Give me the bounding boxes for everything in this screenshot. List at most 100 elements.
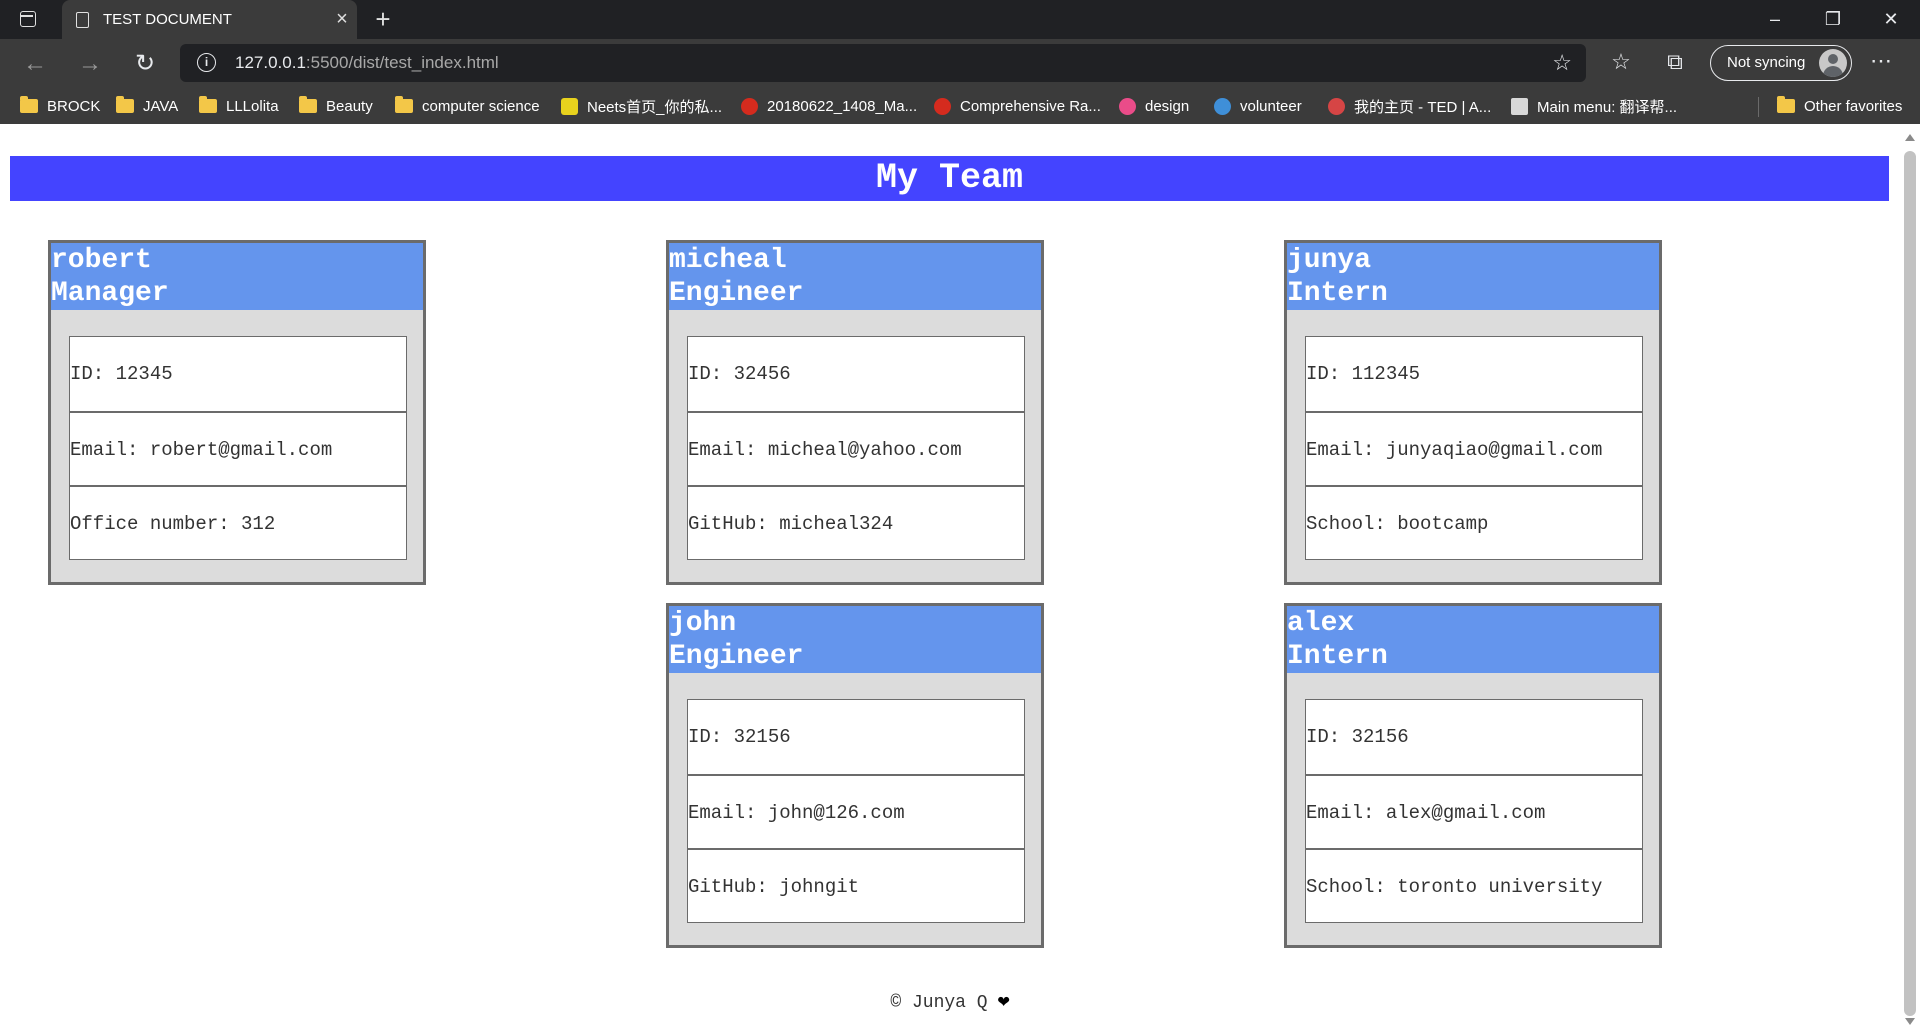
vertical-scrollbar[interactable] xyxy=(1900,124,1920,1030)
member-office-number: Office number: 312 xyxy=(70,485,406,559)
bookmark-site[interactable]: 我的主页 - TED | A... xyxy=(1328,89,1491,123)
address-bar[interactable]: i 127.0.0.1:5500/dist/test_index.html ☆ xyxy=(180,44,1586,82)
footer-text: © Junya Q xyxy=(890,993,988,1013)
member-email: Email: alex@gmail.com xyxy=(1306,774,1642,848)
bookmark-label: 我的主页 - TED | A... xyxy=(1354,98,1492,116)
more-options-icon[interactable]: ⋯ xyxy=(1870,48,1893,74)
minimize-button[interactable]: – xyxy=(1746,0,1804,39)
url-path: :5500/dist/test_index.html xyxy=(305,53,499,72)
tab-bar: TEST DOCUMENT × + – ❐ ✕ xyxy=(0,0,1920,39)
favorites-icon[interactable]: ☆ xyxy=(1606,49,1636,75)
bookmark-site[interactable]: Comprehensive Ra... xyxy=(934,89,1101,123)
team-member-card: john Engineer ID: 32156 Email: john@126.… xyxy=(666,603,1044,948)
member-details: ID: 32456 Email: micheal@yahoo.com GitHu… xyxy=(687,336,1025,560)
member-role: Intern xyxy=(1287,278,1388,309)
tab-title: TEST DOCUMENT xyxy=(103,11,232,28)
scroll-down-arrow-icon[interactable] xyxy=(1905,1018,1915,1025)
url-host: 127.0.0.1 xyxy=(235,53,306,72)
member-name: robert xyxy=(51,245,152,276)
card-header: john Engineer xyxy=(669,606,1041,673)
bookmark-folder[interactable]: BROCK xyxy=(20,89,100,123)
bookmark-label: LLLolita xyxy=(226,97,279,115)
member-details: ID: 32156 Email: john@126.com GitHub: jo… xyxy=(687,699,1025,923)
member-name: junya xyxy=(1287,245,1372,276)
page-title: My Team xyxy=(10,156,1889,201)
bookmark-folder[interactable]: JAVA xyxy=(116,89,178,123)
site-info-icon[interactable]: i xyxy=(197,53,216,72)
member-details: ID: 12345 Email: robert@gmail.com Office… xyxy=(69,336,407,560)
add-favorite-icon[interactable]: ☆ xyxy=(1552,50,1572,76)
member-github: GitHub: micheal324 xyxy=(688,485,1024,559)
browser-toolbar: ← → ↻ i 127.0.0.1:5500/dist/test_index.h… xyxy=(0,39,1920,89)
member-name: alex xyxy=(1287,608,1355,639)
maple-leaf-icon xyxy=(741,97,758,115)
bookmark-site[interactable]: Neets首页_你的私... xyxy=(561,89,722,123)
site-icon xyxy=(561,97,578,115)
footer: © Junya Q ❤ xyxy=(0,988,1900,1014)
maple-leaf-icon xyxy=(934,97,951,115)
card-header: robert Manager xyxy=(51,243,423,310)
document-icon xyxy=(76,11,89,28)
bookmark-label: BROCK xyxy=(47,97,101,115)
new-tab-button[interactable]: + xyxy=(368,4,398,34)
bookmark-label: design xyxy=(1145,97,1190,115)
bookmark-site[interactable]: design xyxy=(1119,89,1189,123)
close-window-button[interactable]: ✕ xyxy=(1862,0,1920,39)
close-tab-icon[interactable]: × xyxy=(327,8,357,31)
member-email: Email: john@126.com xyxy=(688,774,1024,848)
member-school: School: bootcamp xyxy=(1306,485,1642,559)
member-details: ID: 32156 Email: alex@gmail.com School: … xyxy=(1305,699,1643,923)
member-name: micheal xyxy=(669,245,787,276)
folder-icon xyxy=(1777,96,1795,113)
member-github: GitHub: johngit xyxy=(688,848,1024,922)
back-button[interactable]: ← xyxy=(17,47,53,81)
bookmark-folder[interactable]: Beauty xyxy=(299,89,373,123)
scrollbar-thumb[interactable] xyxy=(1904,151,1916,1016)
member-id: ID: 112345 xyxy=(1306,363,1421,385)
ted-icon xyxy=(1328,97,1345,115)
member-email: Email: micheal@yahoo.com xyxy=(688,411,1024,485)
bookmark-label: 20180622_1408_Ma... xyxy=(767,97,918,115)
bookmark-folder[interactable]: LLLolita xyxy=(199,89,279,123)
folder-icon xyxy=(20,96,38,113)
collections-icon[interactable]: ⧉ xyxy=(1660,49,1690,75)
tab-actions-icon[interactable] xyxy=(20,11,36,27)
team-member-card: robert Manager ID: 12345 Email: robert@g… xyxy=(48,240,426,585)
member-id: ID: 32156 xyxy=(1306,726,1409,748)
member-role: Engineer xyxy=(669,641,804,672)
card-header: alex Intern xyxy=(1287,606,1659,673)
globe-icon xyxy=(1214,97,1231,115)
refresh-button[interactable]: ↻ xyxy=(127,47,163,81)
heart-icon: ❤ xyxy=(997,991,1010,1014)
bookmark-label: JAVA xyxy=(143,97,179,115)
member-id: ID: 32456 xyxy=(688,363,791,385)
member-id: ID: 12345 xyxy=(70,363,173,385)
avatar xyxy=(1819,49,1847,77)
member-role: Manager xyxy=(51,278,169,309)
other-favorites-folder[interactable]: Other favorites xyxy=(1777,89,1902,123)
member-email: Email: robert@gmail.com xyxy=(70,411,406,485)
forward-button[interactable]: → xyxy=(72,47,108,81)
restore-button[interactable]: ❐ xyxy=(1804,0,1862,39)
folder-icon xyxy=(116,96,134,113)
profile-sync-button[interactable]: Not syncing xyxy=(1710,45,1852,81)
bookmark-site[interactable]: 20180622_1408_Ma... xyxy=(741,89,917,123)
member-role: Intern xyxy=(1287,641,1388,672)
bookmarks-divider xyxy=(1758,97,1759,117)
folder-icon xyxy=(395,96,413,113)
sync-label: Not syncing xyxy=(1727,54,1806,71)
card-header: micheal Engineer xyxy=(669,243,1041,310)
page-content: My Team robert Manager ID: 12345 Email: … xyxy=(0,124,1900,1030)
folder-icon xyxy=(299,96,317,113)
bookmark-folder[interactable]: computer science xyxy=(395,89,540,123)
bookmark-label: Main menu: 翻译帮... xyxy=(1537,98,1678,116)
member-details: ID: 112345 Email: junyaqiao@gmail.com Sc… xyxy=(1305,336,1643,560)
tab-test-document[interactable]: TEST DOCUMENT × xyxy=(62,0,357,39)
bookmark-label: volunteer xyxy=(1240,97,1302,115)
url-text[interactable]: 127.0.0.1:5500/dist/test_index.html xyxy=(235,44,499,82)
team-member-card: junya Intern ID: 112345 Email: junyaqiao… xyxy=(1284,240,1662,585)
bookmark-site[interactable]: volunteer xyxy=(1214,89,1302,123)
card-header: junya Intern xyxy=(1287,243,1659,310)
scroll-up-arrow-icon[interactable] xyxy=(1905,134,1915,141)
bookmark-site[interactable]: Main menu: 翻译帮... xyxy=(1511,89,1677,123)
